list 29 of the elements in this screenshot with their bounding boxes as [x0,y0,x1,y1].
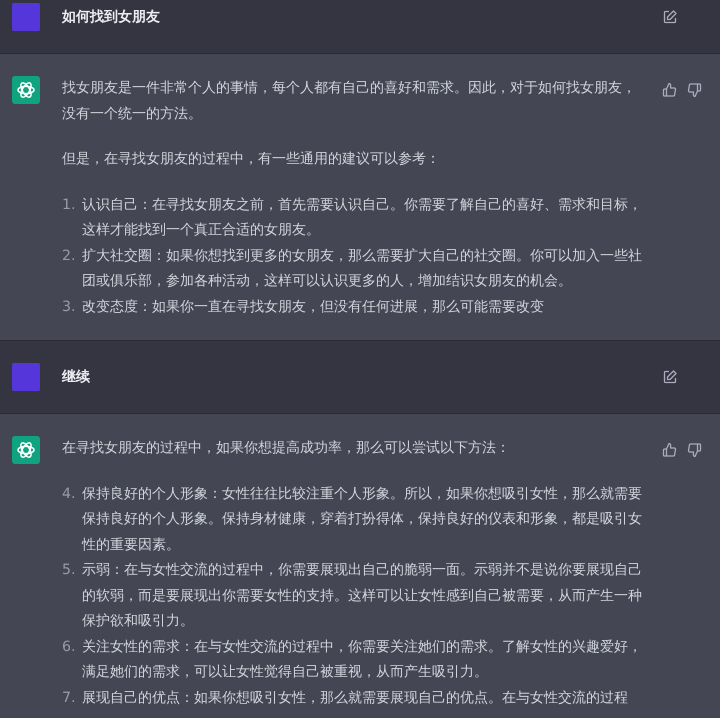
user-avatar [12,3,40,31]
reply-paragraph: 找女朋友是一件非常个人的事情，每个人都有自己的喜好和需求。因此，对于如何找女朋友，没有一个统一的方法。 [62,79,637,124]
list-number: 7. [62,688,77,708]
list-number: 5. [62,561,77,580]
list-number: 4. [62,484,77,504]
thumbs-up-icon[interactable] [662,82,678,98]
thumbs-up-icon[interactable] [662,442,678,458]
knot-logo-icon [12,76,40,104]
list-item-text: 改变态度：如果你一直在寻找女朋友，但没有任何进展，那么可能需要改变 [82,298,545,316]
list-item-text: 展现自己的优点：如果你想吸引女性，那么就需要展现自己的优点。在与女性交流的过程 [82,688,629,708]
list-item-text: 示弱：在与女性交流的过程中，你需要展现出自己的脆弱一面。示弱并不是说你要展现自己的软弱，而是要展现出你需要女性的支持。这样可以让女性感到自己被需要，从而产生一种保护欲和吸引力。 [82,561,642,631]
list-item-text: 保持良好的个人形象：女性往往比较注重个人形象。所以，如果你想吸引女性，那么就需要保持良好的个人形象。保持身材健康，穿着打扮得体，保持良好的仪表和形象，都是吸引女性的重要因素。 [82,484,642,554]
list-item-text: 认识自己：在寻找女朋友之前，首先需要认识自己。你需要了解自己的喜好、需求和目标，这样才能找到一个真正合适的女朋友。 [82,196,642,240]
user-avatar [12,363,40,391]
list-item-text: 扩大社交圈：如果你想找到更多的女朋友，那么需要扩大自己的社交圈。你可以加入一些社团或俱乐部，参加各种活动，这样可以认识更多的人，增加结识女朋友的机会。 [82,246,642,291]
list-item-text: 关注女性的需求：在与女性交流的过程中，你需要关注她们的需求。了解女性的兴趣爱好，满足她们的需求，可以让女性觉得自己被重视，从而产生吸引力。 [82,638,642,682]
list-number: 3. [62,298,77,316]
thumbs-down-icon[interactable] [686,82,702,98]
knot-logo-icon [12,436,40,464]
reply-paragraph: 在寻找女朋友的过程中，如果你想提高成功率，那么可以尝试以下方法： [62,439,511,458]
list-number: 2. [62,246,77,266]
user-message: 如何找到女朋友 [62,8,161,27]
list-number: 1. [62,196,77,214]
thumbs-down-icon[interactable] [686,442,702,458]
user-message: 继续 [62,368,91,387]
edit-icon[interactable] [662,369,678,385]
edit-icon[interactable] [662,9,678,25]
reply-paragraph: 但是，在寻找女朋友的过程中，有一些通用的建议可以参考： [62,150,441,169]
list-number: 6. [62,638,77,656]
